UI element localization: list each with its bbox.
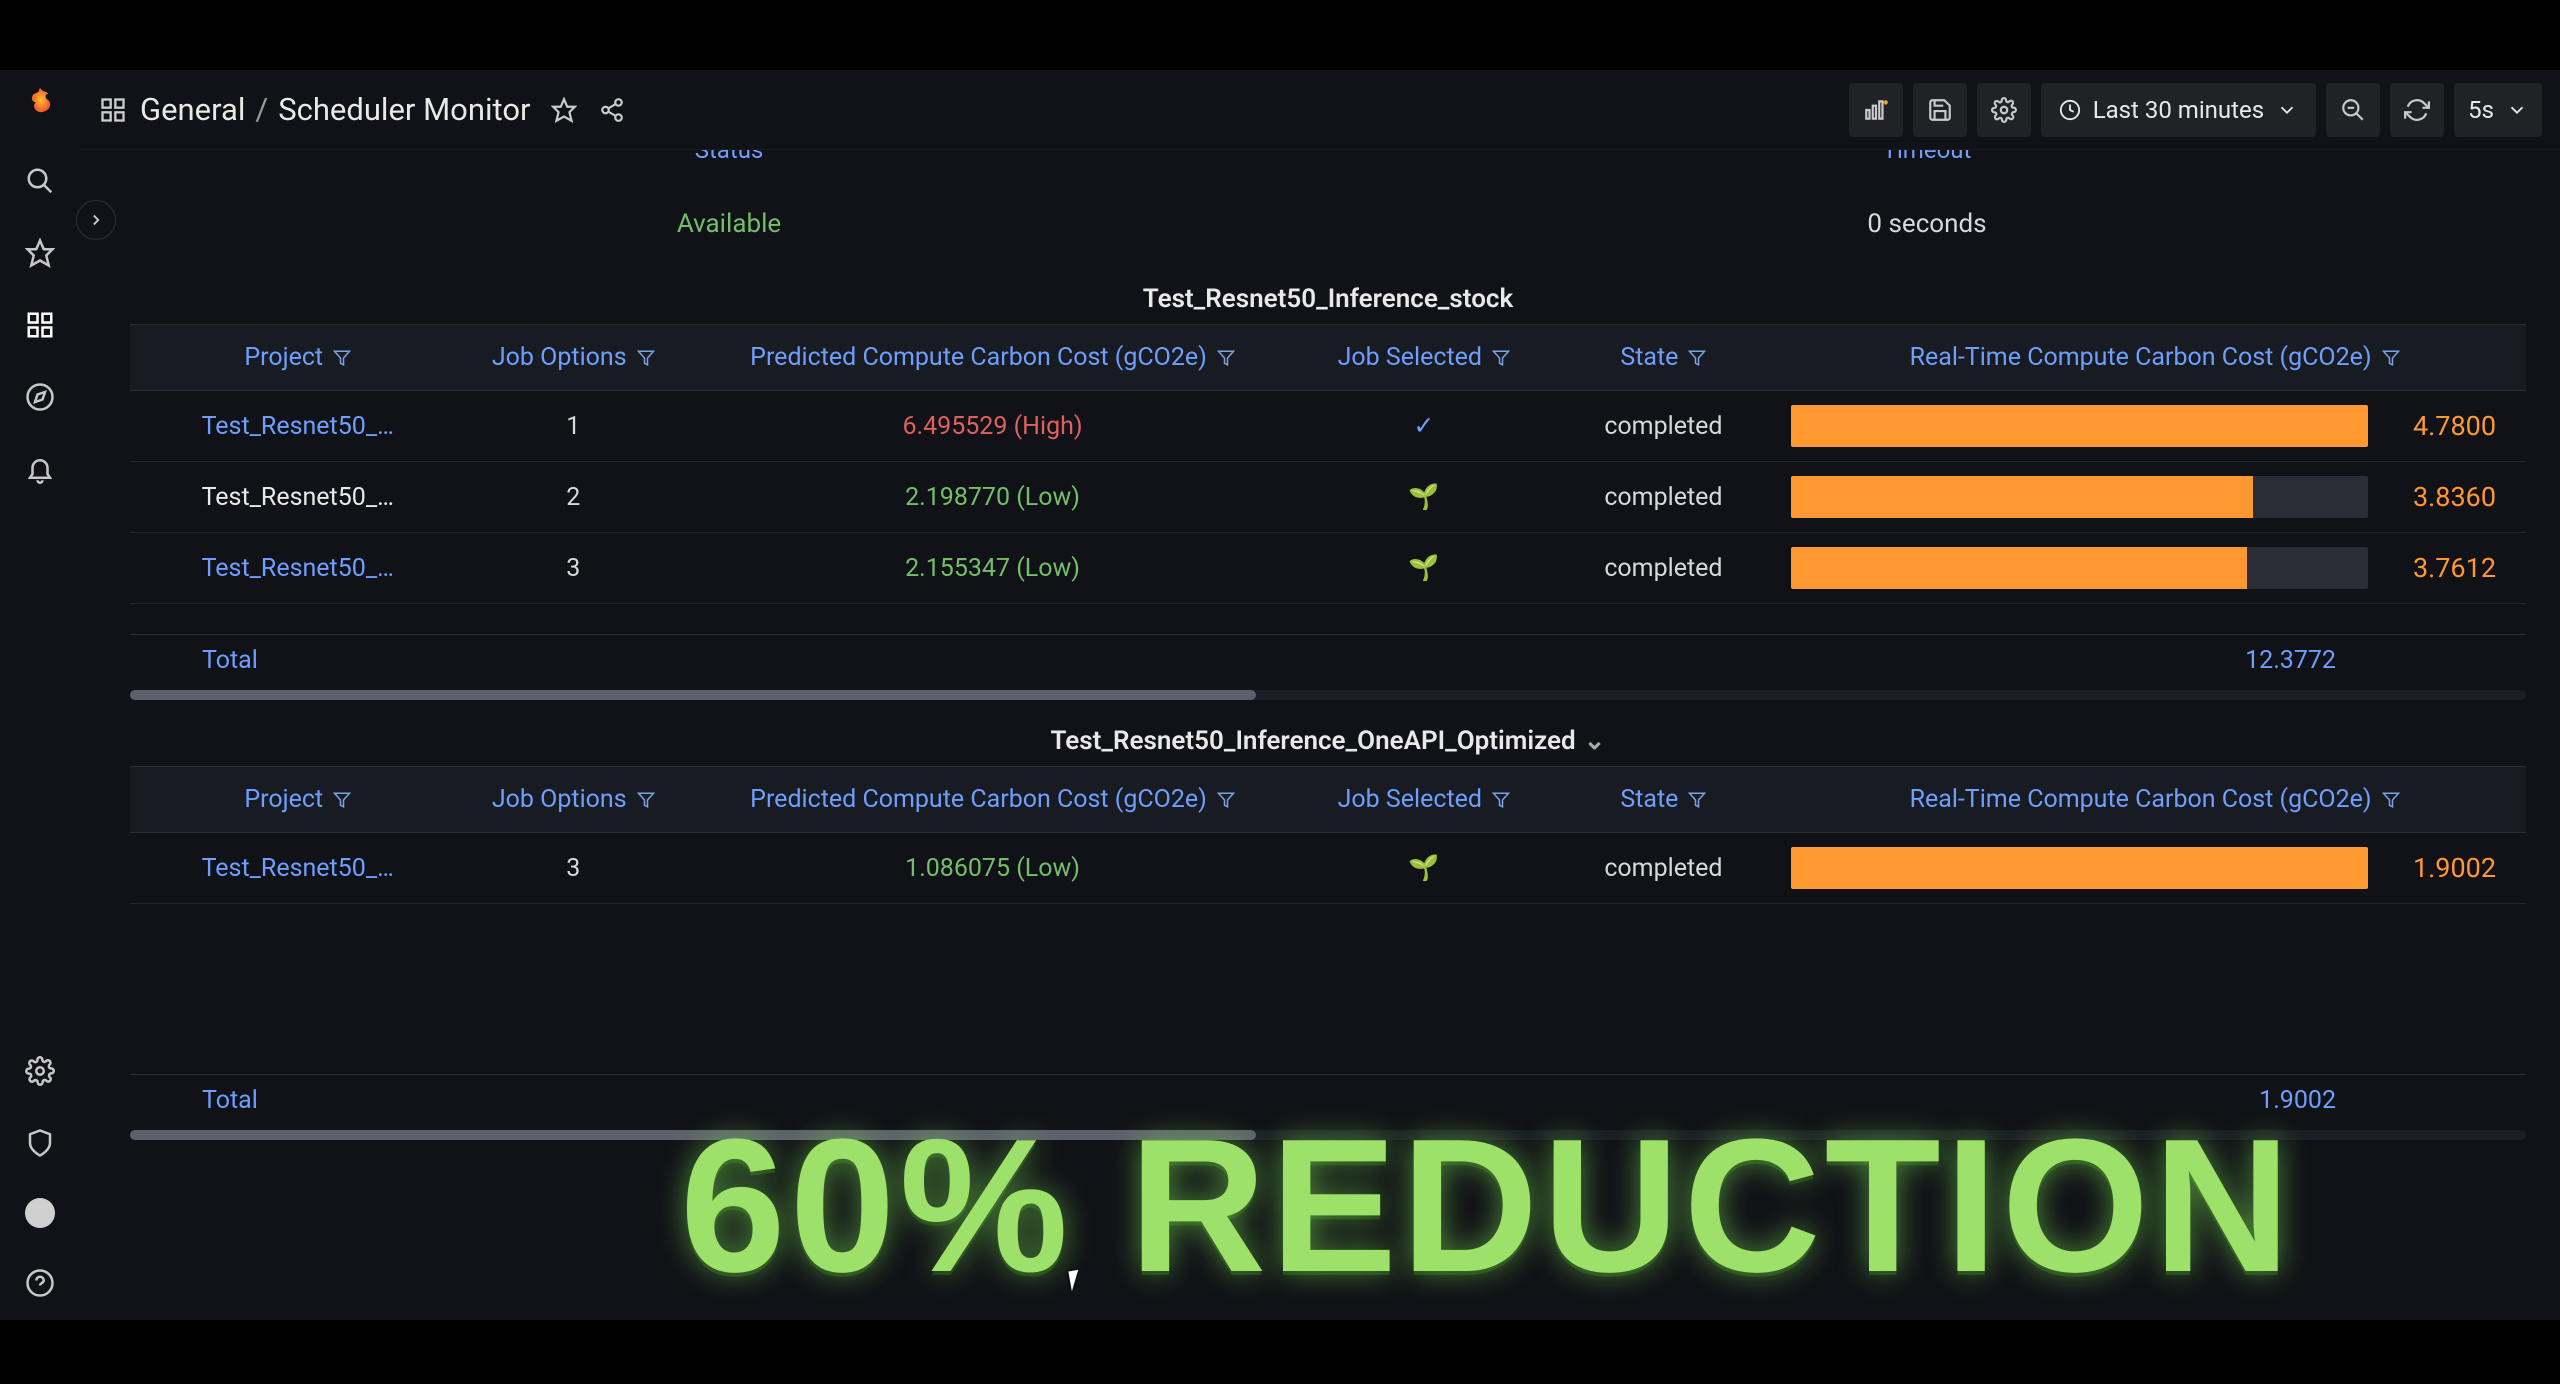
cell-predicted: 2.198770 (Low) [681, 462, 1304, 533]
panel-title-stock[interactable]: Test_Resnet50_Inference_stock [130, 258, 2526, 324]
cell-realtime: 1.9002 [1783, 833, 2526, 904]
mouse-cursor [1068, 1269, 1087, 1291]
cell-state: completed [1544, 833, 1784, 904]
col-realtime[interactable]: Real-Time Compute Carbon Cost (gCO2e) [1783, 325, 2526, 391]
cell-project[interactable]: Test_Resnet50_… [130, 833, 465, 904]
horizontal-scrollbar[interactable] [130, 690, 2526, 700]
panel-title-optimized[interactable]: Test_Resnet50_Inference_OneAPI_Optimized… [130, 700, 2526, 766]
col-state[interactable]: State [1544, 325, 1784, 391]
status-value: Available [130, 209, 1328, 239]
dashboards-icon[interactable] [23, 308, 57, 342]
total-row-optimized: Total 1.9002 [130, 1074, 2526, 1126]
configuration-icon[interactable] [23, 1054, 57, 1088]
cell-job-option: 2 [465, 462, 681, 533]
timeout-value: 0 seconds [1328, 209, 2526, 239]
col-predicted[interactable]: Predicted Compute Carbon Cost (gCO2e) [681, 325, 1304, 391]
table-stock: Project Job Options Predicted Compute Ca… [130, 324, 2526, 604]
total-value: 12.3772 [2245, 646, 2526, 675]
cell-project[interactable]: Test_Resnet50_… [130, 533, 465, 604]
timeout-header: Timeout [1328, 150, 2526, 164]
cell-state: completed [1544, 462, 1784, 533]
shield-icon[interactable] [23, 1126, 57, 1160]
favorite-star-icon[interactable] [549, 95, 579, 125]
cell-state: completed [1544, 391, 1784, 462]
col-state[interactable]: State [1544, 767, 1784, 833]
grafana-logo[interactable] [18, 82, 62, 126]
col-predicted[interactable]: Predicted Compute Carbon Cost (gCO2e) [681, 767, 1304, 833]
topbar: General / Scheduler Monitor Last 30 minu… [80, 70, 2560, 150]
alerting-icon[interactable] [23, 452, 57, 486]
zoom-out-button[interactable] [2326, 83, 2380, 137]
search-icon[interactable] [23, 164, 57, 198]
cell-predicted: 2.155347 (Low) [681, 533, 1304, 604]
save-button[interactable] [1913, 83, 1967, 137]
table-optimized: Project Job Options Predicted Compute Ca… [130, 766, 2526, 904]
chevron-down-icon [2276, 99, 2298, 121]
total-label: Total [130, 646, 609, 675]
time-range-picker[interactable]: Last 30 minutes [2041, 83, 2316, 137]
table-row[interactable]: Test_Resnet50_…31.086075 (Low)🌱completed… [130, 833, 2526, 904]
cell-selected: 🌱 [1304, 462, 1544, 533]
share-icon[interactable] [597, 95, 627, 125]
breadcrumb-separator: / [255, 91, 268, 128]
star-icon[interactable] [23, 236, 57, 270]
chevron-down-icon: ⌄ [1584, 726, 1606, 756]
explore-icon[interactable] [23, 380, 57, 414]
cell-predicted: 6.495529 (High) [681, 391, 1304, 462]
col-realtime[interactable]: Real-Time Compute Carbon Cost (gCO2e) [1783, 767, 2526, 833]
total-value: 1.9002 [2259, 1086, 2526, 1115]
refresh-interval-picker[interactable]: 5s [2454, 83, 2542, 137]
collapse-sidebar-button[interactable] [76, 200, 116, 240]
breadcrumb-folder[interactable]: General [140, 91, 245, 128]
refresh-button[interactable] [2390, 83, 2444, 137]
time-range-label: Last 30 minutes [2093, 96, 2264, 124]
cell-selected: ✓ [1304, 391, 1544, 462]
add-panel-button[interactable] [1849, 83, 1903, 137]
cell-job-option: 3 [465, 533, 681, 604]
cell-realtime: 4.7800 [1783, 391, 2526, 462]
dashboard-content: Status Timeout Available 0 seconds Test_… [130, 150, 2526, 1320]
col-selected[interactable]: Job Selected [1304, 767, 1544, 833]
dashboards-grid-icon[interactable] [98, 95, 128, 125]
total-label: Total [130, 1086, 609, 1115]
col-job-options[interactable]: Job Options [465, 325, 681, 391]
cell-project[interactable]: Test_Resnet50_… [130, 391, 465, 462]
cell-job-option: 1 [465, 391, 681, 462]
total-row-stock: Total 12.3772 [130, 634, 2526, 686]
table-row[interactable]: Test_Resnet50_…22.198770 (Low)🌱completed… [130, 462, 2526, 533]
status-header: Status [130, 150, 1328, 164]
breadcrumb-page[interactable]: Scheduler Monitor [278, 91, 530, 128]
chevron-down-icon [2506, 99, 2528, 121]
settings-button[interactable] [1977, 83, 2031, 137]
breadcrumb: General / Scheduler Monitor [140, 91, 531, 128]
cell-selected: 🌱 [1304, 833, 1544, 904]
refresh-interval-label: 5s [2468, 96, 2494, 124]
cell-job-option: 3 [465, 833, 681, 904]
help-icon[interactable] [23, 1266, 57, 1300]
user-avatar[interactable] [25, 1198, 55, 1228]
col-job-options[interactable]: Job Options [465, 767, 681, 833]
horizontal-scrollbar[interactable] [130, 1130, 2526, 1140]
table-row[interactable]: Test_Resnet50_…32.155347 (Low)🌱completed… [130, 533, 2526, 604]
col-project[interactable]: Project [130, 325, 465, 391]
cell-project[interactable]: Test_Resnet50_… [130, 462, 465, 533]
cell-realtime: 3.7612 [1783, 533, 2526, 604]
cell-selected: 🌱 [1304, 533, 1544, 604]
sidebar [0, 70, 80, 1320]
cell-realtime: 3.8360 [1783, 462, 2526, 533]
col-project[interactable]: Project [130, 767, 465, 833]
cell-predicted: 1.086075 (Low) [681, 833, 1304, 904]
col-selected[interactable]: Job Selected [1304, 325, 1544, 391]
table-row[interactable]: Test_Resnet50_…16.495529 (High)✓complete… [130, 391, 2526, 462]
cell-state: completed [1544, 533, 1784, 604]
